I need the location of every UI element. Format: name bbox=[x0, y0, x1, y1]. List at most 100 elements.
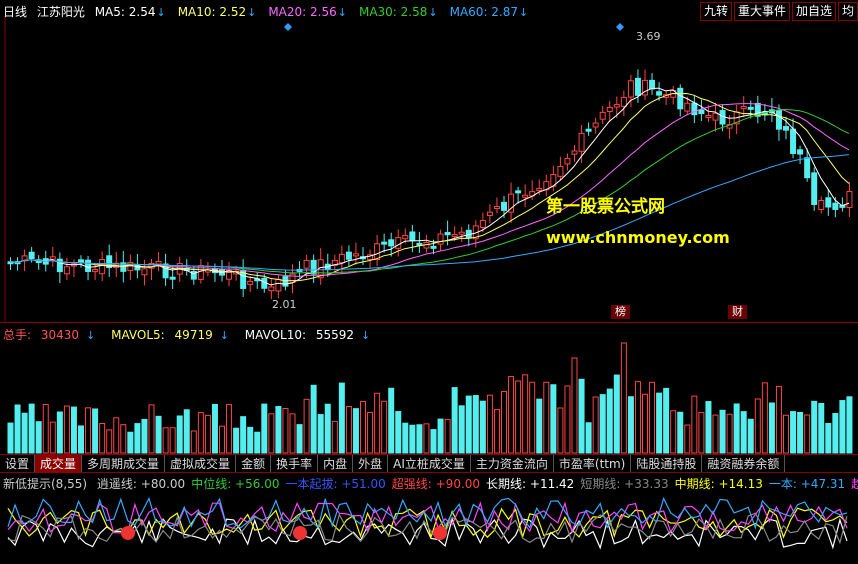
candle-body bbox=[536, 187, 543, 191]
tab-6[interactable]: 内盘 bbox=[318, 455, 354, 473]
major-events-button[interactable]: 重大事件 bbox=[733, 2, 790, 21]
candle-body bbox=[775, 109, 782, 130]
volume-bar bbox=[388, 387, 395, 454]
candle-body bbox=[557, 165, 564, 177]
volume-bar bbox=[620, 342, 627, 454]
volume-bar bbox=[437, 418, 444, 454]
mavol10-value: MAVOL10: 55592 ↓ bbox=[244, 328, 371, 342]
diamond-marker bbox=[284, 23, 292, 31]
candle-body bbox=[28, 251, 35, 260]
indicator-line bbox=[7, 501, 848, 534]
candle-body bbox=[56, 258, 63, 273]
add-favorite-button[interactable]: 加自选 bbox=[791, 2, 836, 21]
indicator-value: 短期线: +33.33 bbox=[580, 477, 669, 491]
candlestick-chart[interactable] bbox=[0, 0, 858, 322]
volume-bar bbox=[775, 385, 782, 454]
volume-bar bbox=[719, 409, 726, 454]
volume-bar bbox=[324, 403, 331, 454]
volume-bar bbox=[7, 422, 14, 454]
tab-9[interactable]: 主力资金流向 bbox=[471, 455, 554, 473]
volume-bar bbox=[430, 429, 437, 454]
mavol5-value: MAVOL5: 49719 ↓ bbox=[111, 328, 229, 342]
volume-bar bbox=[627, 396, 634, 454]
volume-bar bbox=[120, 424, 127, 454]
volume-bar bbox=[317, 414, 324, 454]
volume-bar bbox=[599, 394, 606, 454]
volume-chart-pane[interactable]: 总手: 30430 ↓ MAVOL5: 49719 ↓ MAVOL10: 55592… bbox=[0, 322, 858, 455]
period-label: 日线 bbox=[3, 5, 28, 19]
volume-bar bbox=[85, 407, 92, 454]
candle-body bbox=[486, 211, 493, 217]
tab-0[interactable]: 设置 bbox=[0, 455, 36, 473]
price-chart-pane[interactable]: 日线 江苏阳光 MA5: 2.54↓ MA10: 2.52↓ MA20: 2.56↓… bbox=[0, 0, 858, 322]
volume-bar bbox=[99, 422, 106, 454]
volume-bar bbox=[381, 400, 388, 454]
indicator-pane[interactable]: 新低提示(8,55) 逍遥线: +80.00 中位线: +56.00 一本起拔: +… bbox=[0, 472, 858, 564]
candle-body bbox=[63, 266, 70, 275]
volume-bar bbox=[458, 405, 465, 454]
volume-bar bbox=[21, 412, 28, 454]
tab-11[interactable]: 陆股通持股 bbox=[631, 455, 703, 473]
candle-body bbox=[522, 194, 529, 198]
volume-bar bbox=[761, 382, 768, 454]
volume-bar bbox=[670, 410, 677, 454]
volume-bar bbox=[536, 398, 543, 454]
tab-3[interactable]: 虚拟成交量 bbox=[165, 455, 237, 473]
volume-bar bbox=[141, 418, 148, 454]
volume-bar bbox=[190, 430, 197, 454]
volume-bar bbox=[247, 426, 254, 454]
candle-body bbox=[811, 172, 818, 205]
volume-bar bbox=[754, 398, 761, 454]
tab-4[interactable]: 金额 bbox=[236, 455, 272, 473]
volume-bar bbox=[444, 418, 451, 454]
candle-body bbox=[599, 111, 606, 120]
volume-bar bbox=[557, 407, 564, 454]
candle-body bbox=[78, 259, 84, 263]
volume-bar bbox=[712, 414, 719, 454]
tab-5[interactable]: 换手率 bbox=[271, 455, 319, 473]
indicator-value: 逍遥线: +80.00 bbox=[96, 477, 186, 491]
candle-body bbox=[85, 259, 92, 272]
volume-bar bbox=[395, 411, 402, 454]
tab-1[interactable]: 成交量 bbox=[35, 455, 83, 473]
volume-bar bbox=[846, 396, 853, 454]
high-price-label: 3.69 bbox=[636, 30, 661, 43]
candle-body bbox=[345, 251, 352, 260]
tab-10[interactable]: 市盈率(ttm) bbox=[554, 455, 632, 473]
tab-7[interactable]: 外盘 bbox=[353, 455, 389, 473]
volume-bar bbox=[790, 411, 797, 454]
volume-bar bbox=[550, 384, 557, 454]
finance-badge[interactable]: 财 bbox=[728, 305, 747, 319]
volume-bar bbox=[515, 380, 522, 454]
jiuzhuan-button[interactable]: 九转 bbox=[699, 2, 732, 21]
candle-body bbox=[698, 109, 705, 115]
tab-2[interactable]: 多周期成交量 bbox=[82, 455, 166, 473]
volume-bar bbox=[226, 404, 233, 454]
price-header: 日线 江苏阳光 MA5: 2.54↓ MA10: 2.52↓ MA20: 2.56↓… bbox=[3, 3, 546, 20]
candle-body bbox=[606, 106, 613, 112]
volume-bar bbox=[345, 406, 352, 454]
volume-bar bbox=[747, 418, 754, 454]
candle-body bbox=[818, 200, 825, 210]
tab-8[interactable]: AI立桩成交量 bbox=[388, 455, 471, 473]
volume-bar bbox=[585, 422, 592, 454]
volume-bar bbox=[219, 425, 225, 454]
volume-bar bbox=[479, 400, 486, 454]
tab-12[interactable]: 融资融券余额 bbox=[702, 455, 786, 473]
volume-bar bbox=[303, 398, 310, 454]
volume-bar bbox=[106, 429, 113, 454]
ma-legend-item: MA5: 2.54↓ bbox=[94, 5, 166, 19]
indicator-value: 趋势: +40 bbox=[851, 477, 858, 491]
ranking-badge[interactable]: 榜 bbox=[611, 305, 630, 319]
volume-bar bbox=[56, 411, 63, 454]
volume-bar bbox=[472, 395, 479, 454]
volume-bar bbox=[423, 423, 430, 454]
down-arrow-icon: ↓ bbox=[247, 6, 257, 19]
candle-body bbox=[592, 122, 599, 128]
volume-bar bbox=[634, 381, 641, 454]
more-button[interactable]: 均 bbox=[837, 2, 858, 21]
volume-bar bbox=[508, 376, 515, 454]
volume-bar bbox=[282, 408, 289, 454]
candle-body bbox=[303, 259, 310, 269]
indicator-value: 一本起拔: +51.00 bbox=[285, 477, 386, 491]
